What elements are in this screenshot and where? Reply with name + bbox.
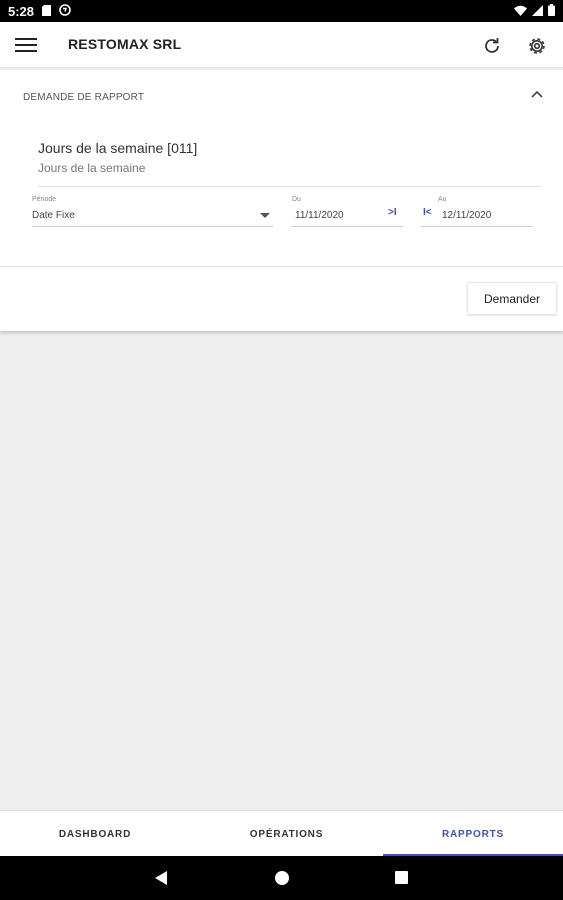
date-to-label: Au	[438, 196, 447, 203]
report-request-card: DEMANDE DE RAPPORT Jours de la semaine […	[0, 70, 563, 331]
card-header: DEMANDE DE RAPPORT	[23, 92, 145, 103]
divider	[38, 186, 542, 187]
signal-icon	[532, 4, 543, 19]
chevron-up-icon[interactable]	[528, 88, 546, 102]
sd-card-icon	[42, 4, 52, 19]
date-to-field[interactable]: 12/11/2020	[421, 206, 532, 228]
bottom-navigation: DASHBOARD OPÉRATIONS RAPPORTS	[0, 810, 563, 857]
tab-operations[interactable]: OPÉRATIONS	[190, 811, 383, 857]
menu-icon[interactable]	[15, 35, 37, 55]
back-icon[interactable]	[155, 871, 167, 885]
date-from-value: 11/11/2020	[295, 210, 344, 221]
recent-apps-icon[interactable]	[395, 871, 408, 884]
tab-rapports[interactable]: RAPPORTS	[383, 811, 563, 857]
periode-value: Date Fixe	[32, 210, 75, 221]
status-time: 5:28	[8, 3, 35, 19]
report-subtitle: Jours de la semaine	[38, 161, 146, 175]
date-to-value: 12/11/2020	[442, 210, 492, 221]
dropdown-arrow-icon	[260, 213, 270, 218]
status-bar: 5:28	[0, 0, 563, 22]
periode-select[interactable]: Date Fixe	[32, 206, 273, 228]
divider	[0, 266, 563, 267]
skip-to-end-icon[interactable]: >I	[388, 207, 397, 218]
skip-to-start-icon[interactable]: I<	[423, 207, 432, 218]
settings-gear-icon[interactable]	[525, 34, 549, 58]
home-icon[interactable]	[275, 871, 289, 885]
periode-label: Période	[32, 196, 57, 203]
app-title: RESTOMAX SRL	[68, 36, 182, 52]
demander-button[interactable]: Demander	[467, 282, 557, 315]
app-bar: RESTOMAX SRL	[0, 22, 563, 68]
wifi-icon	[514, 4, 527, 19]
sync-notification-icon	[59, 3, 71, 19]
battery-icon	[548, 3, 555, 19]
refresh-icon[interactable]	[480, 34, 504, 58]
tab-dashboard[interactable]: DASHBOARD	[0, 811, 190, 857]
date-from-field[interactable]: 11/11/2020	[292, 206, 403, 228]
date-from-label: Du	[292, 196, 301, 203]
report-title: Jours de la semaine [011]	[38, 140, 198, 156]
